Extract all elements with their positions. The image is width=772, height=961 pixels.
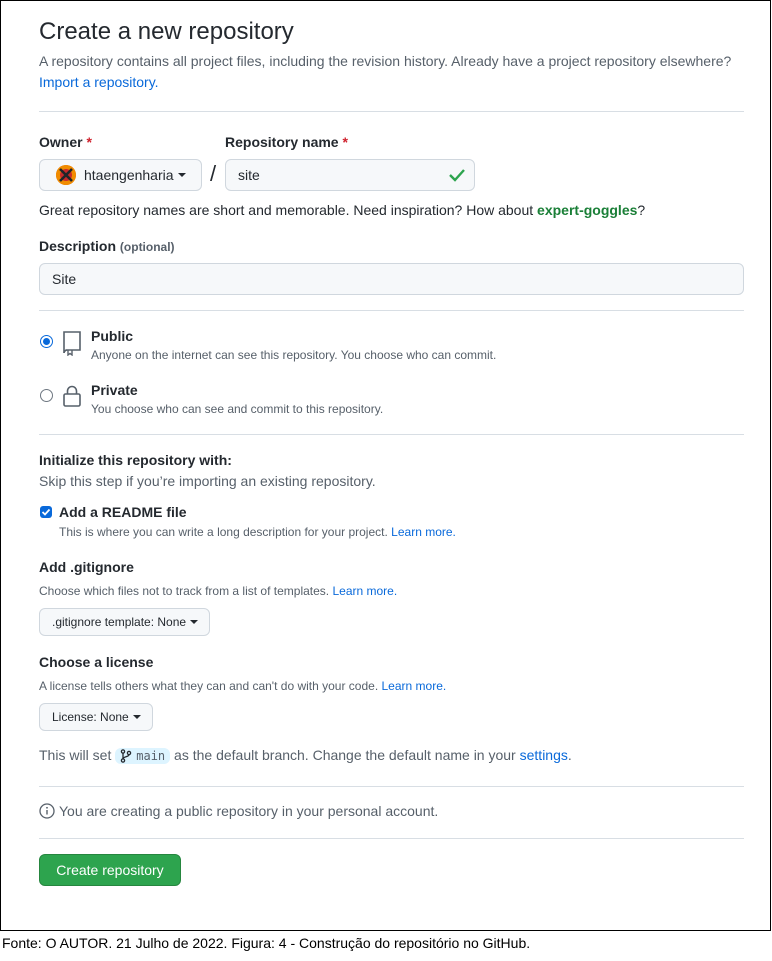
git-branch-icon — [120, 749, 132, 764]
owner-label-text: Owner — [39, 134, 83, 150]
checkmark-icon — [41, 508, 51, 516]
branch-name: main — [136, 749, 166, 764]
check-icon — [449, 169, 465, 182]
divider — [39, 838, 744, 839]
default-branch-note: This will set main as the default branch… — [39, 747, 572, 765]
chevron-down-icon — [132, 715, 141, 719]
chevron-down-icon — [177, 173, 186, 177]
name-suggestion: Great repository names are short and mem… — [39, 202, 645, 218]
repo-icon — [63, 331, 81, 356]
owner-select-button[interactable]: htaengenharia — [39, 159, 202, 191]
divider — [39, 434, 744, 435]
page-subtitle: A repository contains all project files,… — [39, 51, 744, 93]
owner-repo-separator: / — [210, 161, 217, 186]
license-select-button[interactable]: License: None — [39, 703, 153, 731]
license-description-text: A license tells others what they can and… — [39, 679, 379, 693]
branch-middle-text: as the default branch. Change the defaul… — [174, 747, 516, 763]
settings-link[interactable]: settings — [520, 747, 568, 763]
license-title: Choose a license — [39, 654, 154, 670]
private-description: You choose who can see and commit to thi… — [91, 402, 384, 416]
chevron-down-icon — [190, 620, 199, 624]
page-title: Create a new repository — [39, 18, 294, 45]
readme-learn-more-link[interactable]: Learn more. — [391, 525, 456, 539]
optional-note: (optional) — [119, 240, 175, 254]
suggestion-end: ? — [637, 202, 646, 218]
init-title: Initialize this repository with: — [39, 452, 232, 468]
screenshot-frame: Create a new repository A repository con… — [0, 0, 771, 931]
readme-description: This is where you can write a long descr… — [59, 525, 456, 539]
lock-icon — [63, 385, 81, 407]
owner-value: htaengenharia — [84, 167, 174, 183]
public-radio[interactable] — [40, 335, 53, 348]
divider — [39, 310, 744, 311]
branch-prefix: This will set — [39, 747, 112, 763]
avatar-icon — [56, 165, 76, 185]
license-description: A license tells others what they can and… — [39, 679, 446, 693]
branch-end: . — [567, 747, 572, 763]
gitignore-description: Choose which files not to track from a l… — [39, 584, 397, 598]
figure-caption: Fonte: O AUTOR. 21 Julho de 2022. Figura… — [2, 935, 531, 951]
notice-text: You are creating a public repository in … — [59, 803, 439, 819]
subtitle-text: A repository contains all project files,… — [39, 53, 732, 69]
divider — [39, 111, 744, 112]
suggested-name-link[interactable]: expert-goggles — [537, 202, 637, 218]
description-value: Site — [52, 271, 77, 287]
init-subtitle: Skip this step if you’re importing an ex… — [39, 473, 376, 489]
public-description: Anyone on the internet can see this repo… — [91, 348, 497, 362]
create-repository-button[interactable]: Create repository — [39, 854, 181, 886]
private-radio[interactable] — [40, 389, 53, 402]
gitignore-description-text: Choose which files not to track from a l… — [39, 584, 330, 598]
visibility-option-private[interactable]: Private You choose who can see and commi… — [39, 381, 744, 421]
gitignore-title: Add .gitignore — [39, 559, 134, 575]
description-input[interactable]: Site — [39, 263, 744, 295]
import-repository-link[interactable]: Import a repository. — [39, 74, 159, 90]
gitignore-learn-more-link[interactable]: Learn more. — [332, 584, 397, 598]
divider — [39, 786, 744, 787]
public-notice: You are creating a public repository in … — [39, 803, 438, 819]
readme-checkbox[interactable] — [40, 506, 52, 518]
required-mark: * — [86, 134, 92, 150]
gitignore-template-button[interactable]: .gitignore template: None — [39, 608, 210, 636]
info-icon — [39, 803, 55, 819]
radio-dot — [43, 338, 50, 345]
owner-label: Owner * — [39, 134, 92, 150]
branch-name-pill: main — [115, 748, 171, 765]
description-label-text: Description — [39, 238, 117, 254]
description-label: Description (optional) — [39, 238, 175, 254]
private-title: Private — [91, 382, 138, 398]
repo-name-label: Repository name * — [225, 134, 348, 150]
repo-name-label-text: Repository name — [225, 134, 339, 150]
license-button-label: License: None — [52, 710, 129, 724]
visibility-option-public[interactable]: Public Anyone on the internet can see th… — [39, 327, 744, 367]
readme-label: Add a README file — [59, 504, 187, 520]
public-title: Public — [91, 328, 134, 344]
suggestion-text: Great repository names are short and mem… — [39, 202, 534, 218]
owner-avatar — [56, 165, 76, 185]
license-learn-more-link[interactable]: Learn more. — [382, 679, 447, 693]
repo-name-value: site — [238, 167, 260, 183]
repo-name-input[interactable]: site — [225, 159, 475, 191]
readme-option: Add a README file This is where you can … — [39, 504, 539, 540]
readme-description-text: This is where you can write a long descr… — [59, 525, 388, 539]
required-mark: * — [342, 134, 348, 150]
gitignore-button-label: .gitignore template: None — [52, 615, 187, 629]
